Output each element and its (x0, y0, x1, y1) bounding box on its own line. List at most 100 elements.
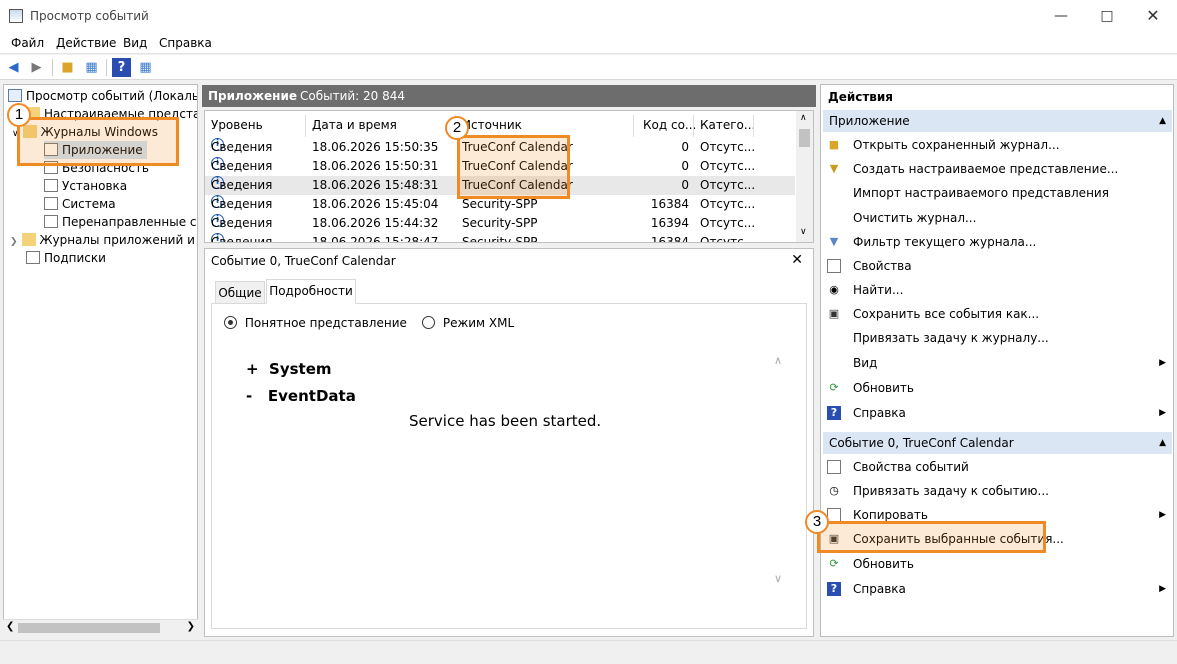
title-bar: Просмотр событий — □ ✕ (0, 0, 1177, 32)
tree-setup[interactable]: Установка (44, 177, 127, 195)
tree-forwarded[interactable]: Перенаправленные соб (44, 213, 197, 231)
action-help[interactable]: ? Справка ▶ (825, 402, 1170, 424)
minimize-button[interactable]: — (1038, 0, 1084, 32)
actions-title: Действия (828, 90, 894, 104)
step-badge-3: 3 (805, 510, 829, 534)
refresh-icon: ⟳ (829, 557, 839, 570)
details-tab-content: Понятное представление Режим XML + Syste… (211, 303, 807, 629)
show-hide-tree-icon[interactable]: ▦ (82, 58, 101, 77)
section-application[interactable]: Приложение ▲ (823, 110, 1172, 132)
scrollbar-thumb[interactable] (18, 623, 160, 633)
refresh-icon: ⟳ (829, 381, 839, 394)
action-find[interactable]: ◉ Найти... (825, 279, 1170, 301)
menu-view[interactable]: Вид (123, 36, 147, 50)
properties-icon (827, 259, 841, 273)
scroll-up-icon[interactable]: ∧ (774, 354, 782, 367)
action-open-saved-log[interactable]: ■ Открыть сохраненный журнал... (825, 134, 1170, 156)
action-event-properties[interactable]: Свойства событий (825, 456, 1170, 478)
action-refresh[interactable]: ⟳ Обновить (825, 377, 1170, 399)
close-button[interactable]: ✕ (1130, 0, 1176, 32)
window-title: Просмотр событий (30, 9, 149, 23)
column-level[interactable]: Уровень (211, 118, 263, 132)
scrollbar-thumb[interactable] (799, 129, 810, 147)
event-count: Событий: 20 844 (300, 89, 406, 103)
tree-subscriptions[interactable]: Подписки (26, 249, 106, 267)
action-attach-task-to-log[interactable]: Привязать задачу к журналу... (825, 327, 1170, 349)
task-icon: ◷ (829, 484, 839, 497)
tab-details[interactable]: Подробности (266, 279, 356, 304)
log-icon (44, 215, 58, 228)
action-help-event[interactable]: ? Справка ▶ (825, 578, 1170, 600)
close-icon[interactable]: ✕ (791, 252, 803, 268)
navigation-tree: Просмотр событий (Локальны Настраиваемые… (3, 84, 198, 636)
action-refresh-event[interactable]: ⟳ Обновить (825, 553, 1170, 575)
filter-icon: ▼ (829, 162, 839, 175)
menu-help[interactable]: Справка (159, 36, 212, 50)
log-icon (44, 197, 58, 210)
back-arrow-icon[interactable]: ◀ (4, 58, 23, 77)
tree-app-logs[interactable]: ❯ Журналы приложений и сл (10, 231, 197, 249)
scroll-down-icon[interactable]: ∨ (774, 572, 782, 585)
step-badge-2: 2 (445, 116, 469, 140)
chevron-right-icon: ❯ (10, 237, 18, 247)
table-row[interactable]: i Сведения 18.06.2026 15:28:47 Security-… (205, 233, 795, 242)
submenu-arrow-icon: ▶ (1159, 358, 1166, 368)
tree-horizontal-scrollbar[interactable]: ❮ ❯ (3, 619, 198, 636)
action-import-custom-view[interactable]: Импорт настраиваемого представления (825, 182, 1170, 204)
submenu-arrow-icon: ▶ (1159, 408, 1166, 418)
scroll-up-icon[interactable]: ∧ (800, 113, 807, 123)
scroll-left-icon[interactable]: ❮ (6, 621, 14, 632)
xml-view-radio[interactable]: Режим XML (422, 316, 514, 330)
table-row[interactable]: i Сведения 18.06.2026 15:44:32 Security-… (205, 214, 795, 233)
tree-system[interactable]: Система (44, 195, 116, 213)
action-attach-task-to-event[interactable]: ◷ Привязать задачу к событию... (825, 480, 1170, 502)
highlight-windows-logs (17, 117, 179, 166)
tree-root[interactable]: Просмотр событий (Локальны (8, 87, 197, 105)
log-header: Приложение Событий: 20 844 (202, 85, 816, 107)
forward-arrow-icon[interactable]: ▶ (27, 58, 46, 77)
save-icon: ▣ (828, 307, 840, 320)
action-properties[interactable]: Свойства (825, 255, 1170, 277)
help-icon[interactable]: ? (112, 58, 131, 77)
log-title: Приложение (208, 89, 297, 103)
show-hide-actions-icon[interactable]: ▦ (136, 58, 155, 77)
column-code[interactable]: Код со... (643, 118, 696, 132)
event-xml-view: + System - EventData Service has been st… (232, 344, 786, 606)
column-date[interactable]: Дата и время (312, 118, 397, 132)
radio-selected-icon (224, 316, 237, 329)
grid-vertical-scrollbar[interactable]: ∧ ∨ (796, 111, 813, 242)
event-detail-pane: Событие 0, TrueConf Calendar ✕ Общие Под… (204, 248, 814, 637)
submenu-arrow-icon: ▶ (1159, 510, 1166, 520)
maximize-button[interactable]: □ (1084, 0, 1130, 32)
radio-unselected-icon (422, 316, 435, 329)
step-badge-1: 1 (7, 103, 31, 127)
action-create-custom-view[interactable]: ▼ Создать настраиваемое представление... (825, 158, 1170, 180)
action-save-all-events[interactable]: ▣ Сохранить все события как... (825, 303, 1170, 325)
tab-general[interactable]: Общие (215, 281, 265, 304)
action-view[interactable]: Вид ▶ (825, 352, 1170, 374)
copy-icon (827, 508, 841, 522)
menu-file[interactable]: Файл (11, 36, 44, 50)
eventdata-node[interactable]: - EventData (246, 387, 356, 405)
help-icon: ? (827, 582, 841, 596)
binoculars-icon: ◉ (829, 283, 839, 296)
action-clear-log[interactable]: Очистить журнал... (825, 207, 1170, 229)
action-filter-log[interactable]: ▼ Фильтр текущего журнала... (825, 231, 1170, 253)
event-viewer-icon (9, 9, 23, 23)
folder-icon (21, 233, 36, 246)
highlight-source-column (457, 135, 570, 199)
column-category[interactable]: Катего... (700, 118, 755, 132)
help-icon: ? (827, 406, 841, 420)
scroll-down-icon[interactable]: ∨ (800, 227, 807, 237)
section-event[interactable]: Событие 0, TrueConf Calendar ▲ (823, 432, 1172, 454)
system-node[interactable]: + System (246, 360, 332, 378)
scroll-right-icon[interactable]: ❯ (187, 621, 195, 632)
properties-icon (827, 460, 841, 474)
menu-action[interactable]: Действие (56, 36, 116, 50)
friendly-view-radio[interactable]: Понятное представление (224, 316, 407, 330)
folder-up-icon[interactable]: ■ (58, 58, 77, 77)
column-source[interactable]: Источник (462, 118, 522, 132)
submenu-arrow-icon: ▶ (1159, 584, 1166, 594)
menu-bar: Файл Действие Вид Справка (0, 32, 1177, 54)
subscriptions-icon (26, 251, 40, 264)
